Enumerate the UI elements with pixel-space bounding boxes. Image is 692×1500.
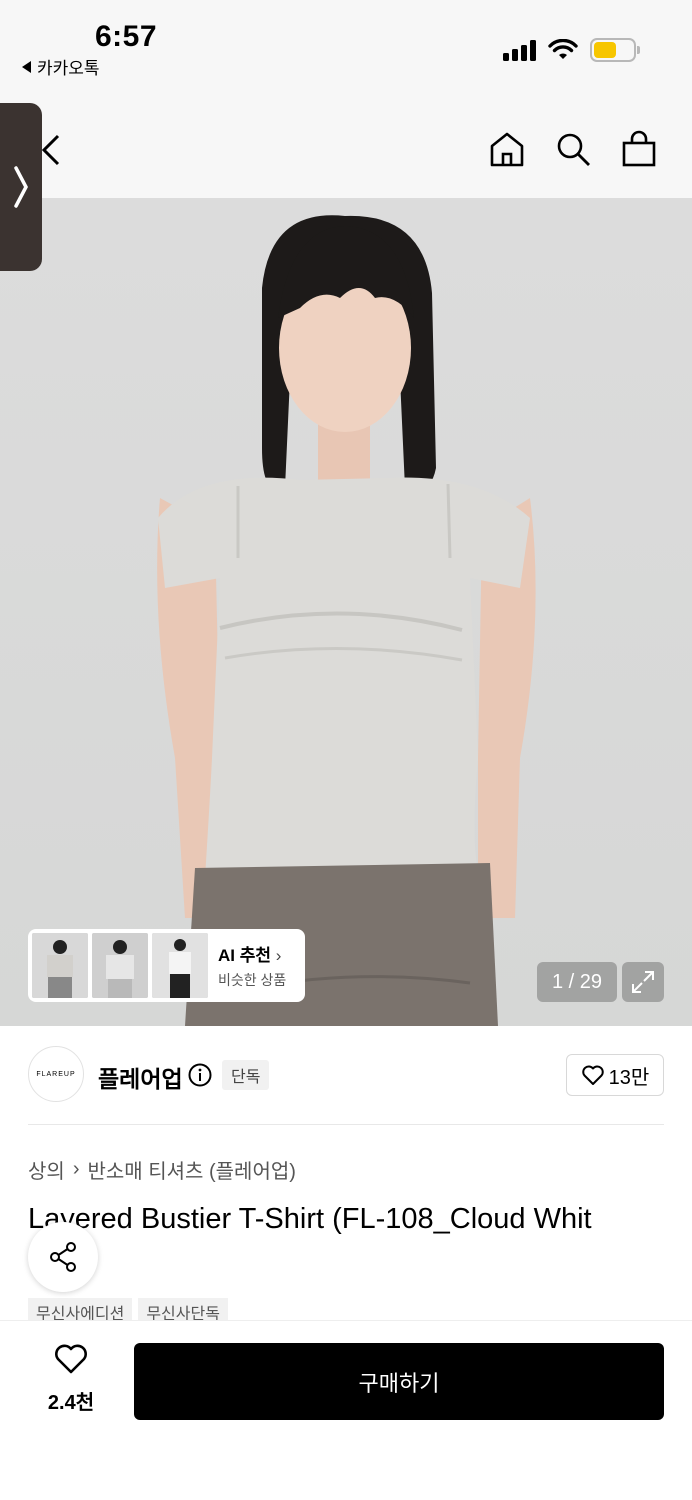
heart-icon (55, 1344, 87, 1374)
breadcrumb-subcategory[interactable]: 반소매 티셔츠 (플레어업) (87, 1155, 295, 1184)
product-image-gallery[interactable]: AI 추천 › 비슷한 상품 1 / 29 (0, 198, 692, 1026)
brand-like-count: 13만 (608, 1066, 650, 1089)
back-to-app-link[interactable]: 카카오톡 (22, 54, 100, 79)
status-time: 6:57 (95, 20, 158, 53)
chevron-right-icon (14, 166, 28, 208)
cellular-signal-icon (503, 39, 536, 61)
top-navigation (0, 100, 692, 198)
status-bar: 6:57 카카오톡 (0, 0, 692, 100)
brand-like-button[interactable]: 13만 (566, 1054, 664, 1096)
cart-bag-icon[interactable] (620, 130, 658, 168)
heart-icon (581, 1065, 604, 1085)
system-icons (503, 38, 640, 62)
chevron-right-icon: › (72, 1158, 80, 1180)
divider (28, 1124, 664, 1125)
breadcrumb-category[interactable]: 상의 (28, 1155, 65, 1184)
product-like-count: 2.4천 (47, 1392, 95, 1414)
recommend-thumbnail[interactable] (92, 933, 148, 998)
product-tags: 무신사에디션 무신사단독 (28, 1298, 228, 1320)
back-triangle-icon (22, 60, 31, 73)
image-counter: 1 / 29 (537, 962, 617, 1002)
breadcrumb: 상의 › 반소매 티셔츠 (플레어업) (28, 1155, 296, 1184)
back-app-label: 카카오톡 (37, 59, 100, 78)
exclusive-badge: 단독 (222, 1060, 270, 1090)
expand-image-button[interactable] (622, 962, 664, 1002)
ai-recommendation-card[interactable]: AI 추천 › 비슷한 상품 (28, 929, 305, 1002)
brand-name[interactable]: 플레어업 (98, 1060, 183, 1094)
brand-row: FLAREUP 플레어업 단독 13만 (28, 1046, 664, 1104)
recommend-thumbnail[interactable] (32, 933, 88, 998)
product-photo (157, 215, 536, 1026)
recommend-thumbnail[interactable] (152, 933, 208, 998)
wifi-icon (548, 39, 578, 59)
brand-logo[interactable]: FLAREUP (28, 1046, 84, 1102)
share-icon (50, 1242, 76, 1272)
side-drawer-tab[interactable] (0, 103, 42, 271)
tag: 무신사에디션 (28, 1298, 133, 1320)
chevron-right-icon: › (275, 946, 282, 965)
search-icon[interactable] (554, 130, 592, 168)
bottom-action-bar: 2.4천 구매하기 (0, 1320, 692, 1500)
share-button[interactable] (28, 1222, 98, 1292)
expand-icon (632, 971, 654, 993)
ai-recommend-title: AI 추천 (218, 946, 272, 965)
ai-recommend-subtitle: 비슷한 상품 (218, 972, 287, 988)
home-icon[interactable] (488, 130, 526, 168)
buy-button[interactable]: 구매하기 (134, 1343, 664, 1420)
product-title: Layered Bustier T-Shirt (FL-108_Cloud Wh… (28, 1203, 592, 1235)
battery-icon (590, 38, 640, 62)
tag: 무신사단독 (138, 1298, 228, 1320)
info-icon[interactable] (188, 1063, 212, 1087)
product-like-button[interactable]: 2.4천 (36, 1343, 106, 1415)
